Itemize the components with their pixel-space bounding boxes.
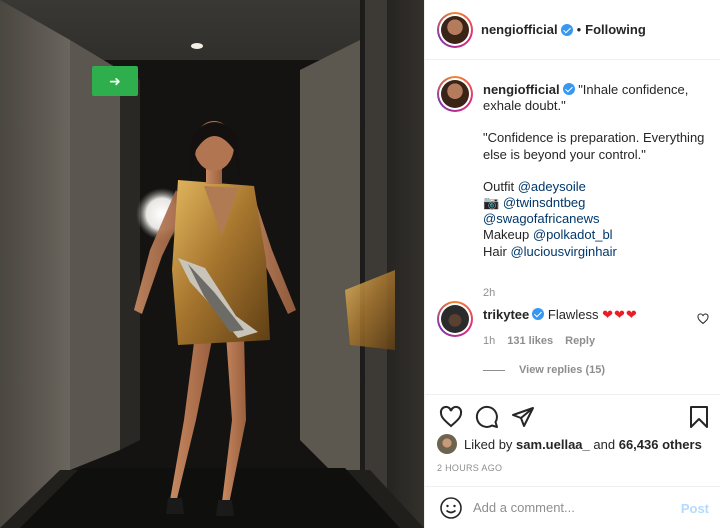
like-heart-icon[interactable] (439, 405, 463, 429)
mention-twinsdntbeg[interactable]: @twinsdntbeg (503, 195, 586, 210)
mention-swagofafricanews[interactable]: @swagofafricanews (483, 211, 600, 226)
post-photo[interactable]: ➜ (0, 0, 424, 528)
action-bar (425, 394, 720, 438)
caption-line-1: exhale doubt." (483, 98, 566, 114)
outfit-label: Outfit (483, 178, 515, 194)
post-header: nengiofficial • Following (425, 0, 720, 60)
caption-line-3: "Confidence is preparation. Everything (483, 130, 705, 146)
reply-button[interactable]: Reply (565, 335, 595, 347)
mention-adeysoile[interactable]: @adeysoile (518, 179, 586, 194)
comment-body: Flawless (547, 307, 599, 322)
author-avatar[interactable] (437, 11, 473, 48)
verified-badge-icon (560, 23, 573, 36)
commenter-username[interactable]: trikytee (483, 307, 529, 322)
comment-item: trikytee Flawless ❤❤❤ 1h 131 likes Reply… (437, 301, 715, 376)
caption-line-4: else is beyond your control." (483, 146, 646, 162)
commenter-avatar[interactable] (437, 301, 473, 337)
view-replies-button[interactable]: View replies (15) (483, 364, 605, 376)
comment-bubble-icon[interactable] (475, 405, 499, 429)
camera-icon: 📷 (483, 195, 500, 211)
post-comment-button[interactable]: Post (681, 501, 709, 516)
author-username[interactable]: nengiofficial (481, 22, 558, 37)
makeup-label: Makeup (483, 227, 530, 243)
likes-prefix: Liked by (464, 436, 513, 452)
comment-meta: 1h 131 likes Reply (483, 335, 595, 347)
verified-badge-icon (562, 83, 575, 95)
view-replies-label: View replies (15) (519, 364, 606, 376)
likes-others-count[interactable]: 66,436 others (619, 437, 702, 452)
caption-text: nengiofficial "Inhale confidence, exhale… (483, 82, 713, 260)
replies-divider (483, 369, 505, 371)
post-timestamp[interactable]: 2 HOURS AGO (437, 463, 502, 473)
comment-input[interactable] (473, 500, 673, 515)
comment-time[interactable]: 1h (483, 335, 495, 347)
mention-luciousvirginhair[interactable]: @luciousvirginhair (510, 244, 616, 259)
comments-list[interactable]: nengiofficial "Inhale confidence, exhale… (425, 61, 720, 394)
add-comment-bar: Post (425, 486, 720, 528)
likes-joiner: and (593, 436, 616, 452)
verified-badge-icon (532, 308, 545, 320)
caption-avatar[interactable] (437, 76, 473, 112)
following-button[interactable]: Following (585, 22, 646, 37)
comment-likes-count[interactable]: 131 likes (507, 335, 553, 347)
caption-time[interactable]: 2h (483, 287, 495, 299)
svg-text:➜: ➜ (109, 74, 121, 90)
liker-avatar[interactable] (437, 434, 457, 454)
caption-username[interactable]: nengiofficial (483, 82, 560, 97)
post-side-panel: nengiofficial • Following nengiofficial … (424, 0, 720, 528)
emoji-smile-icon[interactable] (439, 496, 463, 520)
header-separator: • (576, 22, 582, 37)
mention-polkadot[interactable]: @polkadot_bl (533, 227, 613, 242)
post-dialog: ➜ nengiofficial • Following nengiofficia… (0, 0, 720, 528)
hearts-emoji: ❤❤❤ (602, 307, 638, 322)
hair-label: Hair (483, 243, 507, 259)
comment-like-heart-icon[interactable] (697, 313, 709, 325)
photo-illustration: ➜ (0, 0, 424, 528)
likes-summary: Liked by sam.uellaa_ and 66,436 others (437, 434, 702, 454)
comment-text: trikytee Flawless ❤❤❤ (483, 307, 638, 323)
share-paper-plane-icon[interactable] (511, 405, 535, 429)
save-bookmark-icon[interactable] (687, 405, 711, 429)
liker-username[interactable]: sam.uellaa_ (516, 437, 590, 452)
caption-line-0: "Inhale confidence, (578, 82, 689, 97)
